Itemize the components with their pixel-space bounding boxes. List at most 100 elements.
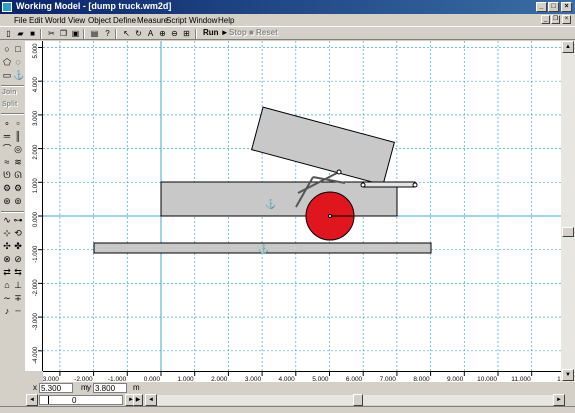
menu-view[interactable]: View [68, 16, 85, 25]
menu-object[interactable]: Object [88, 16, 111, 25]
app-icon[interactable] [2, 2, 12, 12]
tape-slider[interactable]: 0 [39, 395, 123, 405]
doc-minimize-button[interactable]: _ [541, 15, 550, 24]
menu-script[interactable]: Script [166, 16, 186, 25]
keyed-slot-icon[interactable]: ✤ [13, 241, 23, 251]
curved-body-tool-icon[interactable]: ◌ [13, 57, 23, 67]
chassis-body[interactable] [160, 181, 398, 217]
spring-tool-icon[interactable]: ≈ [2, 157, 12, 167]
workspace-svg[interactable]: ⚓ ⚓ [43, 41, 561, 371]
rotate-icon[interactable]: ↻ [134, 29, 143, 38]
circle-tool-icon[interactable]: ○ [2, 44, 12, 54]
actuator-rod[interactable] [362, 181, 416, 188]
print-icon[interactable]: ▤ [90, 29, 99, 38]
tape-end-button[interactable]: ▶ [133, 394, 143, 406]
tape-rewind-button[interactable]: ◄ [26, 394, 38, 406]
menu-world[interactable]: World [45, 16, 66, 25]
vertical-scrollbar[interactable]: ▲ ▼ [561, 41, 575, 382]
vector-tool-icon[interactable]: ⊥ [13, 280, 23, 290]
close-button[interactable]: × [561, 2, 572, 12]
linear-motor-icon[interactable]: ⇄ [2, 267, 12, 277]
doc-restore-button[interactable]: ❐ [551, 15, 560, 24]
rod-tool-icon[interactable]: ═ [2, 131, 12, 141]
y-tick-label: 3.000 [33, 110, 39, 126]
slot-joint-icon[interactable]: ✣ [2, 241, 12, 251]
scroll-down-button[interactable]: ▼ [562, 369, 574, 381]
wheel-center[interactable] [328, 214, 332, 218]
actuator-tool-icon[interactable]: ⊶ [13, 215, 23, 225]
copy-icon[interactable]: ❐ [59, 29, 68, 38]
link-tool-icon[interactable]: ∓ [13, 293, 23, 303]
menu-file[interactable]: File [14, 16, 27, 25]
square-tool-icon[interactable]: □ [13, 44, 23, 54]
arrow-select-icon[interactable]: ↖ [122, 29, 131, 38]
torque-tool-icon[interactable]: ⟲ [13, 228, 23, 238]
paste-icon[interactable]: ▣ [71, 29, 80, 38]
save-icon[interactable]: ■ [28, 29, 37, 38]
horizontal-scroll-track[interactable]: ◄ ► [145, 394, 565, 406]
pin-joint[interactable] [360, 182, 366, 188]
new-file-icon[interactable]: ▯ [4, 29, 13, 38]
horizontal-ruler: -3.000-2.000-1.0000.0001.0002.0003.0004.… [40, 371, 566, 383]
scroll-up-button[interactable]: ▲ [562, 41, 574, 53]
curved-slot-tool-icon[interactable]: ⌒ [2, 144, 12, 154]
scroll-left-button[interactable]: ◄ [145, 394, 157, 406]
cut-icon[interactable]: ✂ [47, 29, 56, 38]
pin-joint[interactable] [412, 182, 418, 188]
meter-tool-icon[interactable]: ⌂ [2, 280, 12, 290]
split-button[interactable]: Split [2, 101, 17, 108]
stop-label: Stop [229, 28, 247, 37]
linear-actuator-icon[interactable]: ⇆ [13, 267, 23, 277]
wave-tool-icon[interactable]: ∼ [2, 293, 12, 303]
dashed-line-icon[interactable]: ┄ [13, 306, 23, 316]
open-folder-icon[interactable]: ▰ [16, 29, 25, 38]
maximize-button[interactable]: □ [548, 2, 559, 12]
motor-tool-icon[interactable]: ∿ [2, 215, 12, 225]
pin-joint[interactable] [336, 169, 342, 175]
joint-tool-icon[interactable]: ⊛ [2, 196, 12, 206]
keyed-joint-icon[interactable]: ⊘ [13, 254, 23, 264]
point-tool-icon[interactable]: ∘ [2, 118, 12, 128]
minimize-button[interactable]: _ [536, 2, 547, 12]
y-coord-field[interactable]: 3.800 [93, 383, 127, 393]
join-button[interactable]: Join [2, 89, 16, 96]
menu-edit[interactable]: Edit [29, 16, 43, 25]
force-tool-icon[interactable]: ⊹ [2, 228, 12, 238]
zoom-in-icon[interactable]: ⊕ [158, 29, 167, 38]
rotational-spring-icon[interactable]: ᘎ [2, 170, 12, 180]
menu-measure[interactable]: Measure [137, 16, 168, 25]
rotational-damper-icon[interactable]: ᘏ [13, 170, 23, 180]
rectangle-tool-icon[interactable]: ▭ [2, 70, 12, 80]
menu-define[interactable]: Define [113, 16, 136, 25]
stop-button[interactable]: Stop ■ [229, 28, 254, 37]
pin-joint-icon[interactable]: ⊚ [13, 196, 23, 206]
workspace-canvas[interactable]: ⚓ ⚓ [43, 41, 561, 371]
polygon-tool-icon[interactable]: ⬠ [2, 57, 12, 67]
square-point-tool-icon[interactable]: ▫ [13, 118, 23, 128]
gear-icon[interactable]: ◎ [13, 144, 23, 154]
text-tool-icon[interactable]: A [146, 29, 155, 38]
bend-tool-icon[interactable]: ♪ [2, 306, 12, 316]
damper-tool-icon[interactable]: ≋ [13, 157, 23, 167]
x-coord-field[interactable]: 5.300 [39, 383, 73, 393]
dump-bed[interactable] [251, 106, 395, 186]
run-button[interactable]: Run ► [203, 28, 229, 37]
scroll-right-button[interactable]: ► [553, 394, 565, 406]
rope-tool-icon[interactable]: ║ [13, 131, 23, 141]
scroll-thumb[interactable] [353, 394, 363, 406]
pulley-tool-icon[interactable]: ⚙ [13, 183, 23, 193]
reset-button[interactable]: Reset [256, 28, 278, 37]
scroll-thumb[interactable] [562, 227, 574, 237]
menu-window[interactable]: Window [189, 16, 217, 25]
palette-separator [1, 211, 24, 213]
zoom-fit-icon[interactable]: ⊞ [182, 29, 191, 38]
y-tick-label: 2.000 [33, 144, 39, 160]
tape-marker[interactable] [48, 396, 49, 404]
help-icon[interactable]: ? [103, 29, 112, 38]
separator-tool-icon[interactable]: ⚙ [2, 183, 12, 193]
menu-help[interactable]: Help [218, 16, 234, 25]
anchor-tool-icon[interactable]: ⚓ [13, 70, 24, 80]
zoom-out-icon[interactable]: ⊖ [170, 29, 179, 38]
doc-close-button[interactable]: × [562, 15, 571, 24]
rigid-joint-icon[interactable]: ⊗ [2, 254, 12, 264]
